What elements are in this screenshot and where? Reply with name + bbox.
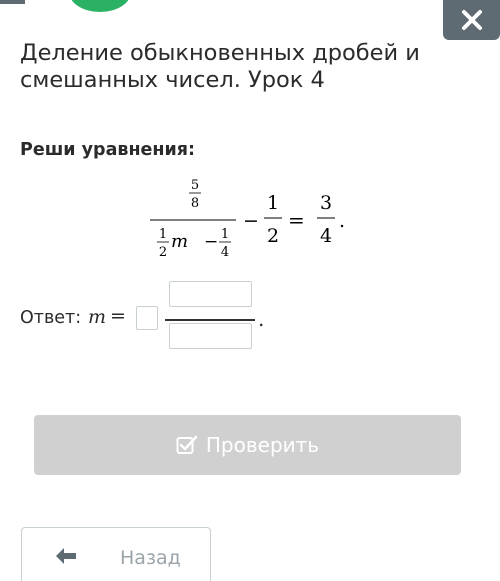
- back-button[interactable]: Назад: [21, 527, 211, 581]
- denom-variable: m: [171, 231, 188, 252]
- check-square-icon: [176, 435, 198, 454]
- equals-sign: =: [288, 208, 305, 232]
- answer-label: Ответ:: [20, 308, 82, 328]
- outer-numerator-den: 8: [191, 196, 199, 211]
- denom-term1-num: 1: [159, 227, 167, 242]
- rhs-den: 4: [320, 225, 332, 247]
- subtrahend-den: 2: [267, 225, 279, 247]
- close-button[interactable]: [443, 0, 500, 40]
- denom-minus: −: [204, 232, 218, 252]
- back-button-label: Назад: [120, 547, 181, 569]
- denominator-input[interactable]: [169, 323, 252, 349]
- denom-term2-den: 4: [221, 245, 229, 260]
- close-icon: [461, 10, 482, 30]
- whole-part-input[interactable]: [136, 306, 158, 330]
- minus-sign: −: [243, 210, 259, 232]
- arrow-left-icon: [56, 548, 76, 564]
- check-button[interactable]: Проверить: [34, 415, 461, 475]
- equation-period: .: [339, 210, 345, 232]
- rhs-num: 3: [320, 192, 332, 214]
- numerator-input[interactable]: [169, 281, 252, 307]
- answer-period: .: [258, 307, 265, 331]
- answer-fraction-bar: [165, 319, 255, 321]
- lesson-title: Деление обыкновенных дробей и смешанных …: [20, 40, 420, 93]
- check-button-label: Проверить: [205, 433, 320, 457]
- answer-variable: m: [88, 306, 107, 328]
- top-bar-tab: [0, 0, 25, 4]
- equation: 5 8 1 2 m − 1 4 − 1 2 = 3 4 .: [150, 178, 345, 260]
- denom-term2-num: 1: [221, 227, 229, 242]
- task-label: Реши уравнения:: [20, 140, 195, 160]
- denom-term1-den: 2: [159, 245, 167, 260]
- subtrahend-num: 1: [267, 192, 279, 214]
- progress-indicator: [69, 0, 131, 12]
- answer-equals: =: [110, 305, 126, 327]
- outer-numerator-num: 5: [191, 178, 199, 193]
